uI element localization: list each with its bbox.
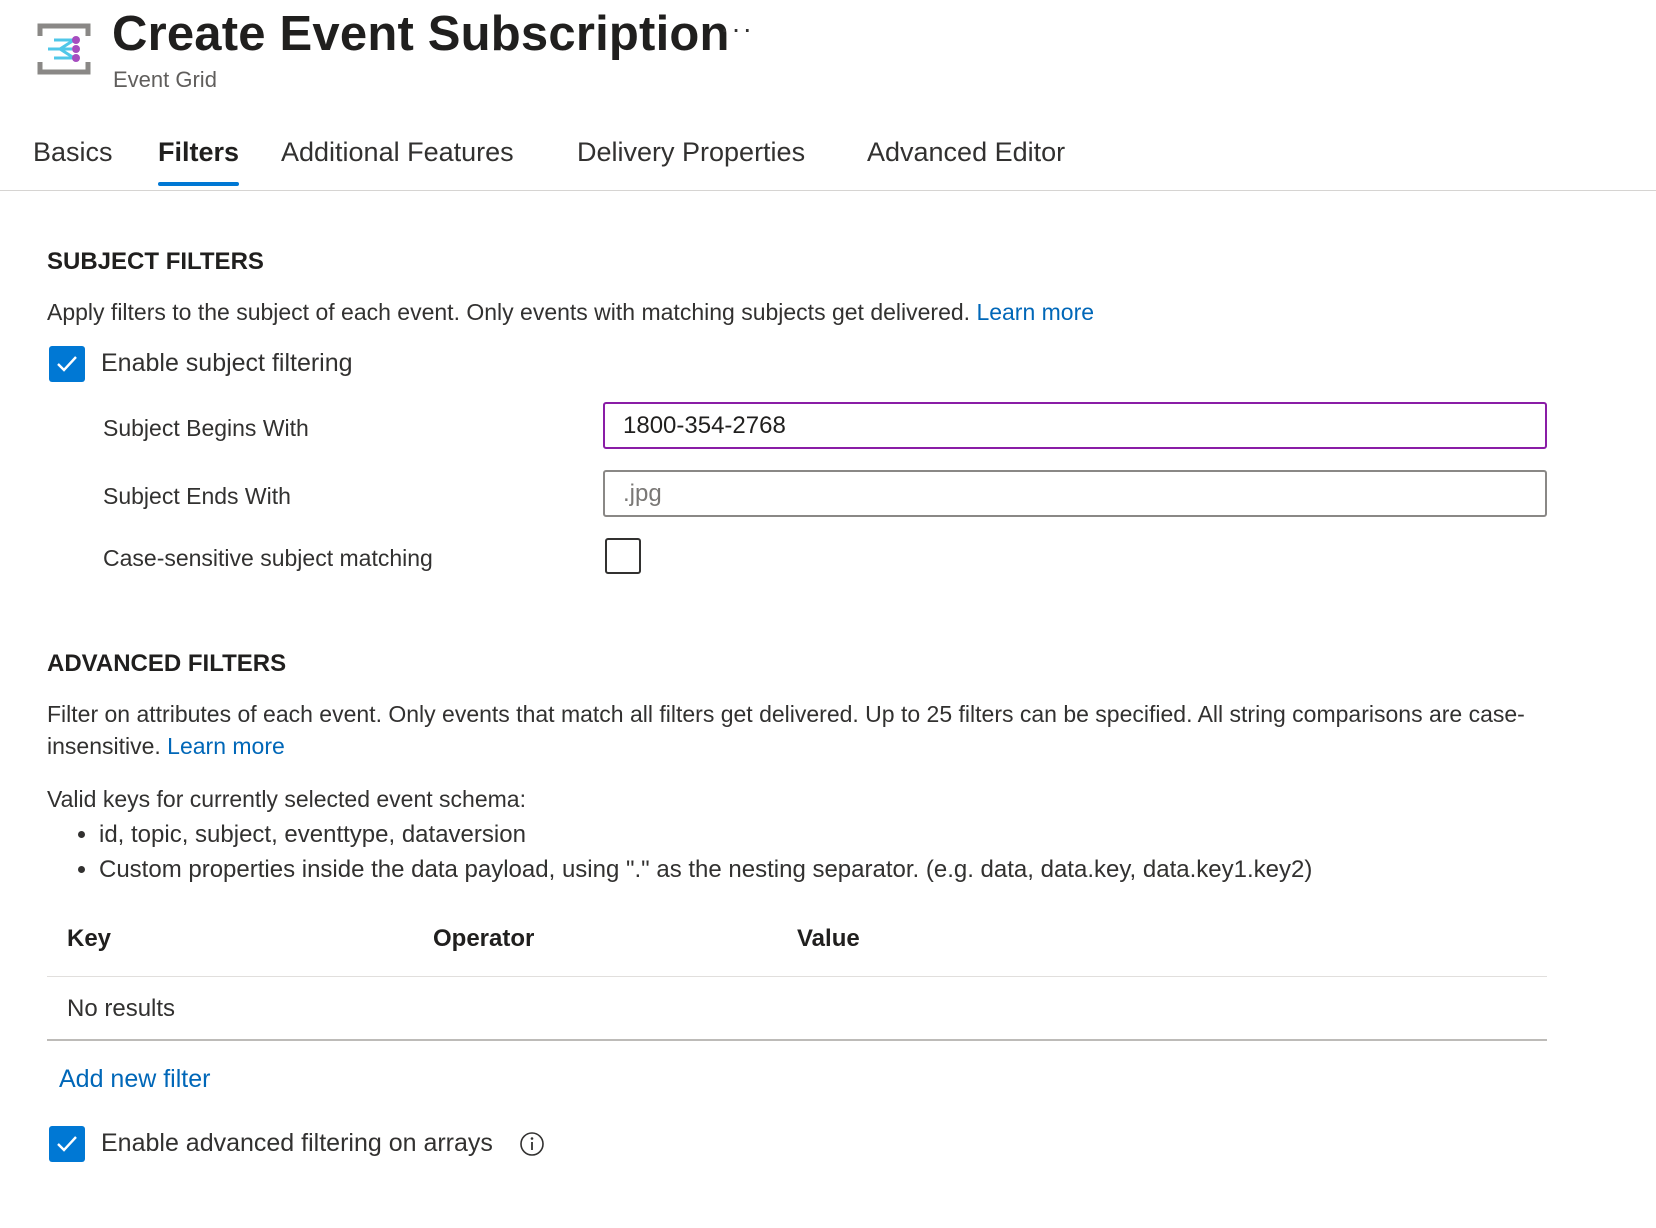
table-divider — [47, 976, 1547, 977]
column-header-operator: Operator — [433, 925, 535, 952]
case-sensitive-checkbox[interactable] — [605, 538, 641, 574]
more-options-icon[interactable]: ··· — [720, 14, 754, 44]
page-title: Create Event Subscription — [112, 7, 730, 61]
column-header-key: Key — [67, 925, 112, 952]
tab-filters[interactable]: Filters — [158, 132, 240, 186]
case-sensitive-label: Case-sensitive subject matching — [103, 545, 433, 571]
valid-keys-intro: Valid keys for currently selected event … — [47, 786, 526, 812]
tab-advanced-editor[interactable]: Advanced Editor — [867, 132, 1065, 172]
tab-additional-features[interactable]: Additional Features — [281, 132, 514, 172]
checkmark-icon — [57, 1136, 77, 1152]
subject-begins-with-label: Subject Begins With — [103, 415, 309, 441]
info-icon[interactable] — [519, 1131, 545, 1157]
list-item: id, topic, subject, eventtype, dataversi… — [99, 817, 1312, 852]
advanced-filters-description: Filter on attributes of each event. Only… — [47, 701, 1525, 759]
table-empty-text: No results — [67, 995, 176, 1022]
tab-basics[interactable]: Basics — [33, 132, 113, 172]
tab-bar: Basics Filters Additional Features Deliv… — [0, 132, 1656, 191]
subject-begins-with-input[interactable] — [603, 402, 1547, 449]
enable-subject-filtering-label: Enable subject filtering — [101, 349, 353, 377]
advanced-filters-heading: ADVANCED FILTERS — [47, 650, 287, 677]
advanced-filters-learn-more-link[interactable]: Learn more — [167, 733, 285, 759]
page-subtitle: Event Grid — [113, 67, 217, 92]
table-bottom-border — [47, 1039, 1547, 1041]
subject-filters-description: Apply filters to the subject of each eve… — [47, 299, 1095, 325]
subject-ends-with-input[interactable] — [603, 470, 1547, 517]
add-new-filter-link[interactable]: Add new filter — [59, 1063, 210, 1095]
event-grid-icon — [36, 22, 92, 76]
valid-keys-list: id, topic, subject, eventtype, dataversi… — [47, 817, 1312, 887]
tab-delivery-properties[interactable]: Delivery Properties — [577, 132, 805, 172]
subject-ends-with-label: Subject Ends With — [103, 483, 291, 509]
subject-filters-learn-more-link[interactable]: Learn more — [976, 299, 1094, 325]
list-item: Custom properties inside the data payloa… — [99, 852, 1312, 887]
checkmark-icon — [57, 356, 77, 372]
column-header-value: Value — [797, 925, 860, 952]
subject-filters-heading: SUBJECT FILTERS — [47, 248, 264, 275]
enable-array-filtering-checkbox[interactable] — [49, 1126, 85, 1162]
enable-subject-filtering-checkbox[interactable] — [49, 346, 85, 382]
enable-array-filtering-label: Enable advanced filtering on arrays — [101, 1129, 493, 1157]
